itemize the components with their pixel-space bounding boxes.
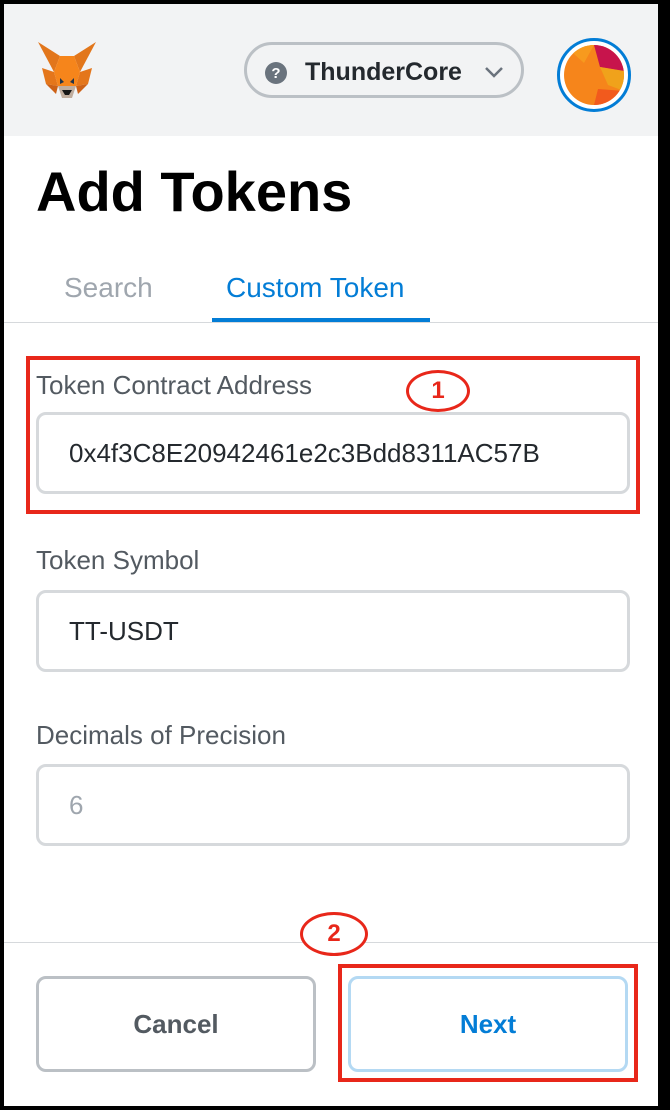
step1-badge: 1 (406, 370, 470, 412)
tab-custom-token[interactable]: Custom Token (226, 272, 404, 304)
tab-search[interactable]: Search (64, 272, 153, 304)
app-header: ? ThunderCore (4, 4, 658, 136)
network-name: ThunderCore (305, 58, 462, 86)
token-symbol-input[interactable]: TT-USDT (36, 590, 630, 672)
token-tabs: Search Custom Token (4, 262, 658, 323)
active-tab-indicator (212, 318, 430, 322)
question-circle-icon: ? (265, 62, 287, 84)
decimals-input[interactable]: 6 (36, 764, 630, 846)
metamask-fox-icon[interactable] (34, 38, 100, 104)
page-title: Add Tokens (36, 160, 353, 223)
next-button[interactable]: Next (348, 976, 628, 1072)
step2-badge: 2 (300, 912, 368, 956)
add-tokens-window: ? ThunderCore Add Tokens Search Custom T… (4, 4, 658, 1106)
decimals-label: Decimals of Precision (36, 720, 286, 750)
contract-address-label: Token Contract Address (36, 370, 313, 400)
contract-address-input[interactable]: 0x4f3C8E20942461e2c3Bdd8311AC57B (36, 412, 630, 494)
chevron-down-icon (485, 67, 503, 78)
cancel-button[interactable]: Cancel (36, 976, 316, 1072)
account-menu-button[interactable] (557, 38, 631, 112)
account-avatar (564, 45, 624, 105)
token-symbol-label: Token Symbol (36, 545, 200, 575)
network-selector[interactable]: ? ThunderCore (244, 42, 524, 98)
